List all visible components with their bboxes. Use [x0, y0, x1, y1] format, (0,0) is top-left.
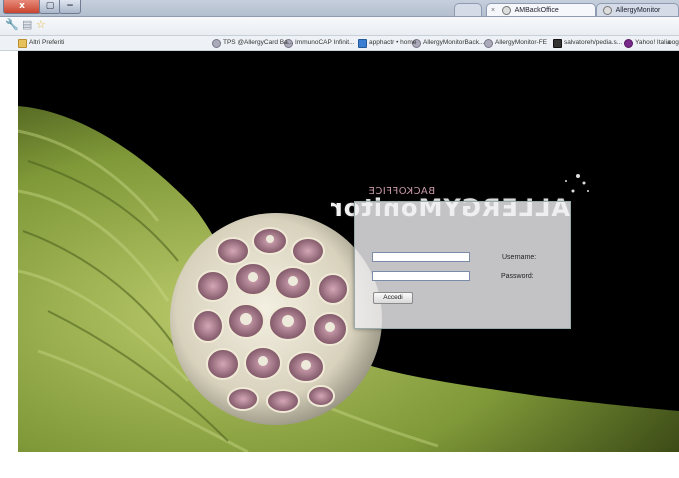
bookmarks-bar: oogle Yahoo! Italia salvatoreh/pedia.s..… [0, 36, 679, 51]
password-field[interactable] [372, 271, 470, 281]
login-panel: Username: Password: Accedi [354, 201, 571, 329]
browser-toolbar: 🔧 ▤ ☆ [0, 17, 679, 36]
password-label: Password: [501, 273, 534, 280]
tab-label: AMBackOffice [514, 7, 559, 14]
window-maximize-button[interactable]: ▢ [39, 0, 61, 14]
bookmark-item[interactable]: ImmunoCAP Infinit... [284, 36, 355, 50]
site-favicon-icon [502, 5, 512, 15]
bookmark-item[interactable]: AllergyMonitor-FE [484, 36, 547, 50]
yahoo-icon [624, 38, 633, 48]
username-field[interactable] [372, 252, 470, 262]
tab-allergymonitor[interactable]: AllergyMonitor [596, 3, 679, 16]
bookmark-item[interactable]: salvatoreh/pedia.s... [553, 36, 622, 50]
new-tab-button[interactable] [454, 3, 482, 16]
page-icon[interactable]: ▤ [22, 19, 32, 32]
window-minimize-button[interactable]: − [59, 0, 81, 14]
bookmark-folder[interactable]: Altri Preferiti [18, 36, 64, 50]
bookmark-item[interactable]: AllergyMonitorBack... [412, 36, 484, 50]
bookmark-item[interactable]: Yahoo! Italia [624, 36, 671, 50]
site-icon [484, 38, 493, 48]
login-button[interactable]: Accedi [373, 292, 413, 304]
window-close-button[interactable]: x [3, 0, 41, 14]
tab-ambackoffice[interactable]: × AMBackOffice [486, 3, 596, 16]
tab-label: AllergyMonitor [615, 7, 661, 14]
tab-close-icon[interactable]: × [491, 7, 495, 14]
site-favicon-icon [603, 5, 612, 15]
status-area [0, 452, 679, 478]
bookmark-item[interactable]: apphactr • home [358, 36, 416, 50]
title-bar: x ▢ − × AMBackOffice AllergyMonitor [0, 0, 679, 17]
site-icon [212, 38, 221, 48]
folder-icon [18, 38, 27, 48]
page-content: BACKOFFICE ALLERGYMonitor Username: Pass… [18, 51, 679, 452]
star-icon[interactable]: ☆ [36, 19, 46, 32]
windows-icon [358, 38, 367, 48]
wrench-icon[interactable]: 🔧 [5, 19, 19, 32]
pollen-background-image [18, 51, 679, 452]
site-icon [553, 38, 562, 48]
bookmark-item[interactable]: TPS @AllergyCard Ba... [212, 36, 293, 50]
username-label: Username: [502, 254, 537, 261]
